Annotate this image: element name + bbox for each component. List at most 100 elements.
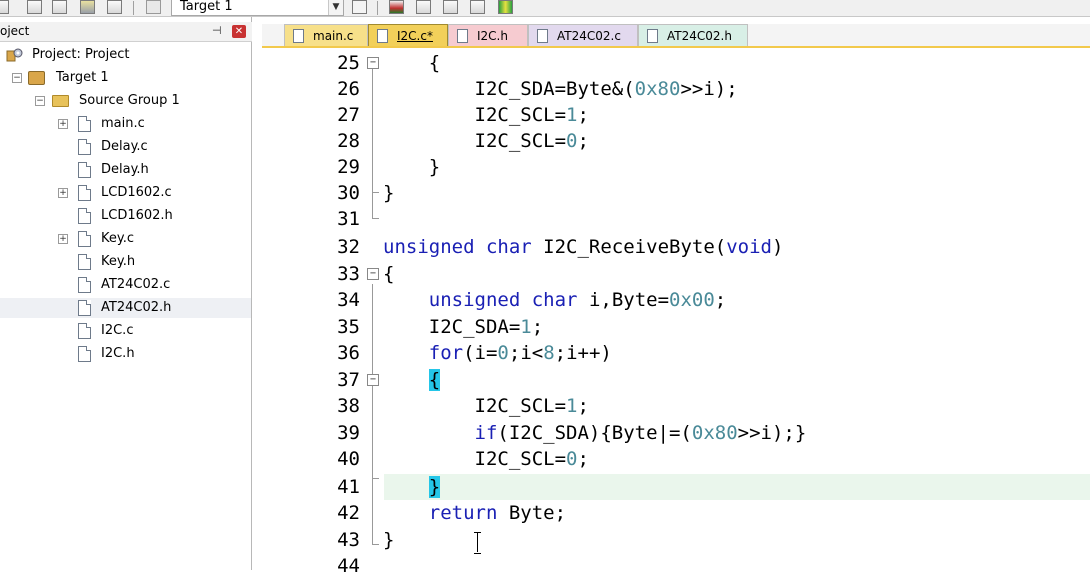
fold-toggle-icon[interactable]: −	[367, 57, 379, 69]
line-number: 36	[337, 342, 360, 364]
code-line: 27 I2C_SCL=1;	[262, 102, 1090, 128]
expand-icon[interactable]: +	[58, 119, 68, 129]
tree-project[interactable]: Project: Project	[0, 45, 252, 65]
line-number: 25	[337, 52, 360, 74]
tab-label: AT24C02.c	[557, 29, 621, 43]
line-number: 34	[337, 289, 360, 311]
file-icon	[78, 231, 91, 247]
tree-target-label: Target 1	[56, 70, 109, 85]
close-icon[interactable]: ✕	[232, 25, 246, 38]
code-line: 37 − {	[262, 367, 1090, 393]
code-text: {	[428, 369, 441, 391]
collapse-icon[interactable]: −	[12, 73, 22, 83]
code-line: 40 I2C_SCL=0;	[262, 446, 1090, 472]
tree-file-label: Key.c	[101, 231, 134, 246]
code-line: 30 }	[262, 180, 1090, 206]
file-icon	[537, 29, 548, 43]
tree-file[interactable]: LCD1602.h	[0, 206, 252, 226]
tree-file[interactable]: + main.c	[0, 114, 252, 134]
line-number: 39	[337, 422, 360, 444]
line-number: 35	[337, 316, 360, 338]
code-line: 41 }	[262, 474, 1090, 500]
line-number: 43	[337, 529, 360, 551]
line-number: 27	[337, 104, 360, 126]
lock-icon[interactable]	[146, 0, 161, 14]
file-icon	[78, 162, 91, 178]
line-number: 41	[337, 476, 360, 498]
code-text: unsigned char I2C_ReceiveByte(void)	[383, 236, 784, 258]
chevron-down-icon[interactable]: ▼	[328, 0, 343, 15]
target-select-value: Target 1	[180, 0, 233, 14]
collapse-icon[interactable]: −	[35, 96, 45, 106]
tab-at24c02-h[interactable]: AT24C02.h	[638, 24, 748, 46]
target-icon	[28, 71, 45, 85]
line-number: 26	[337, 78, 360, 100]
line-number: 40	[337, 448, 360, 470]
file-icon	[457, 29, 468, 43]
code-line: 26 I2C_SDA=Byte&(0x80>>i);	[262, 76, 1090, 102]
tree-file[interactable]: I2C.c	[0, 321, 252, 341]
text-cursor-icon	[474, 532, 482, 554]
code-text: {	[383, 52, 441, 74]
line-number: 30	[337, 182, 360, 204]
code-line: 39 if(I2C_SDA){Byte|=(0x80>>i);}	[262, 420, 1090, 446]
load-icon[interactable]	[389, 0, 404, 14]
tree-target[interactable]: − Target 1	[0, 68, 252, 88]
tree-file[interactable]: + LCD1602.c	[0, 183, 252, 203]
tree-file-label: AT24C02.h	[101, 300, 172, 315]
tab-label: I2C.c*	[397, 29, 433, 43]
tab-i2c-h[interactable]: I2C.h	[448, 24, 528, 46]
options-icon[interactable]	[443, 0, 458, 14]
code-line: 33 − {	[262, 261, 1090, 287]
line-number: 28	[337, 130, 360, 152]
code-line: 43 }	[262, 527, 1090, 553]
tree-file[interactable]: Key.h	[0, 252, 252, 272]
tree-file-selected[interactable]: AT24C02.h	[0, 298, 251, 318]
code-text: I2C_SDA=Byte&(0x80>>i);	[383, 78, 738, 100]
tree-group[interactable]: − Source Group 1	[0, 91, 252, 111]
line-number: 38	[337, 395, 360, 417]
code-text: for(i=0;i<8;i++)	[428, 342, 612, 364]
code-line: 25 − {	[262, 50, 1090, 76]
tree-file-label: I2C.c	[101, 323, 134, 338]
code-text: I2C_SCL=1;	[383, 104, 589, 126]
tree-file[interactable]: Delay.h	[0, 160, 252, 180]
save-all-icon[interactable]	[52, 0, 67, 14]
line-number: 33	[337, 263, 360, 285]
toolbar-separator	[377, 1, 378, 15]
file-icon	[293, 29, 304, 43]
folder-icon	[52, 95, 69, 107]
filter-icon[interactable]	[470, 0, 485, 14]
window-icon[interactable]	[107, 0, 122, 14]
new-file-icon[interactable]	[0, 0, 9, 14]
tree-file[interactable]: AT24C02.c	[0, 275, 252, 295]
save-icon[interactable]	[27, 0, 42, 14]
tree-file[interactable]: I2C.h	[0, 344, 252, 364]
fold-toggle-icon[interactable]: −	[367, 374, 379, 386]
copy-icon[interactable]	[416, 0, 431, 14]
tree-file-label: I2C.h	[101, 346, 135, 361]
expand-icon[interactable]: +	[58, 234, 68, 244]
code-line: 32 unsigned char I2C_ReceiveByte(void)	[262, 234, 1090, 260]
project-panel: oject ⊣ ✕ Project: Project − Target 1 − …	[0, 17, 252, 570]
tab-main-c[interactable]: main.c	[284, 24, 368, 46]
file-icon	[647, 29, 658, 43]
target-select[interactable]: Target 1 ▼	[171, 0, 344, 16]
tree-file[interactable]: Delay.c	[0, 137, 252, 157]
code-editor[interactable]: 25 − { 26 I2C_SDA=Byte&(0x80>>i); 27 I2C…	[262, 48, 1090, 577]
green-grid-icon[interactable]	[498, 0, 513, 14]
expand-icon[interactable]: +	[58, 188, 68, 198]
line-number: 32	[337, 236, 360, 258]
fold-toggle-icon[interactable]: −	[367, 268, 379, 280]
panel-title: oject	[0, 24, 30, 38]
panel-header: oject ⊣ ✕	[0, 22, 252, 42]
stack-icon[interactable]	[80, 0, 95, 14]
tab-at24c02-c[interactable]: AT24C02.c	[528, 24, 638, 46]
pin-icon[interactable]: ⊣	[212, 24, 222, 37]
tree-file[interactable]: + Key.c	[0, 229, 252, 249]
file-icon	[377, 29, 388, 43]
main-toolbar: Target 1 ▼	[0, 0, 1090, 17]
code-text: I2C_SCL=0;	[383, 448, 589, 470]
build-tools-icon[interactable]	[352, 0, 367, 14]
tab-i2c-c[interactable]: I2C.c*	[368, 24, 448, 46]
